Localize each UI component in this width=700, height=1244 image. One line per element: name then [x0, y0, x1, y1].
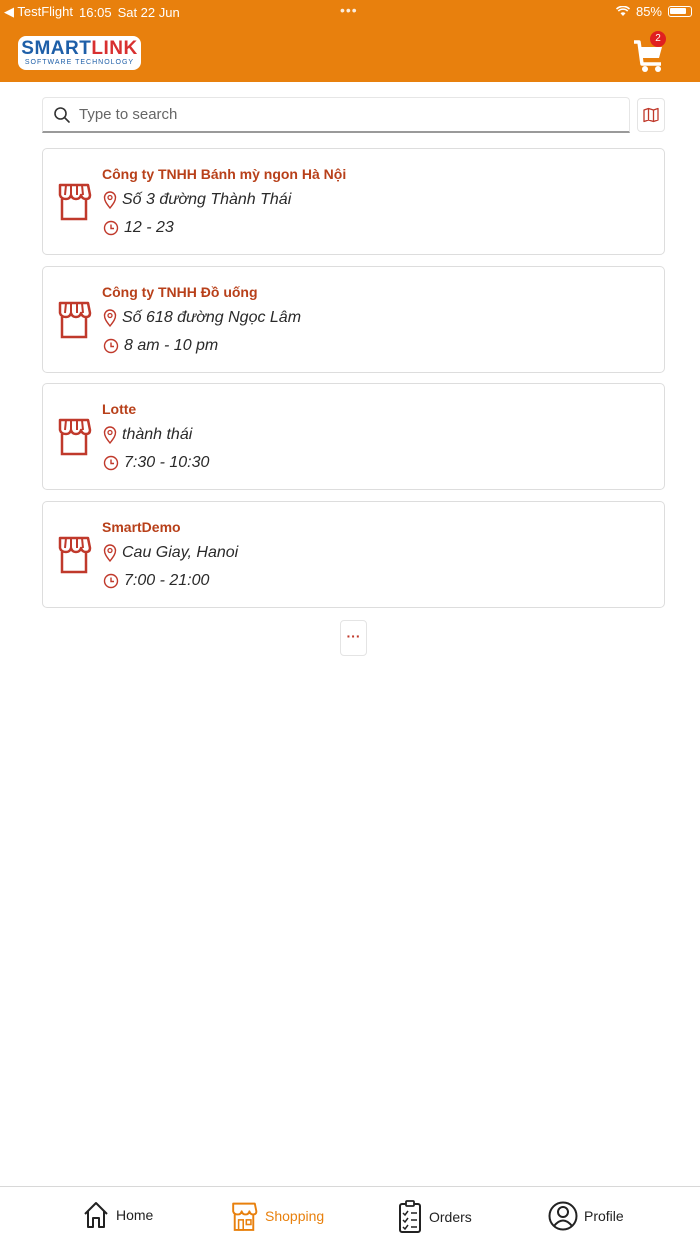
- map-view-button[interactable]: [637, 98, 665, 132]
- user-icon: [548, 1201, 578, 1231]
- store-card[interactable]: Công ty TNHH Đồ uống Số 618 đường Ngọc Lâ…: [42, 266, 665, 373]
- nav-profile-label: Profile: [584, 1208, 624, 1224]
- store-hours: 8 am - 10 pm: [124, 337, 219, 354]
- back-app-label: TestFlight: [17, 4, 74, 19]
- wifi-icon: [615, 6, 630, 16]
- home-icon: [84, 1202, 108, 1228]
- store-address: Số 618 đường Ngọc Lâm: [122, 309, 302, 326]
- nav-orders[interactable]: Orders: [397, 1199, 472, 1235]
- search-icon: [54, 106, 70, 123]
- app-header: ◀ TestFlight 16:05 Sat 22 Jun ••• 85% SM…: [0, 0, 700, 82]
- store-address-row: Số 618 đường Ngọc Lâm: [103, 309, 301, 327]
- store-card[interactable]: Lotte thành thái 7:30 - 10:30: [42, 383, 665, 490]
- battery-percent: 85%: [635, 4, 662, 19]
- nav-shopping-label: Shopping: [265, 1208, 325, 1224]
- store-hours-row: 7:00 - 21:00: [103, 572, 209, 590]
- map-icon: [643, 107, 659, 123]
- smartlink-logo[interactable]: SMARTLINK SOFTWARE TECHNOLOGY: [18, 36, 141, 70]
- store-hours: 12 - 23: [124, 219, 174, 236]
- nav-shopping[interactable]: Shopping: [229, 1199, 324, 1233]
- clipboard-list-icon: [399, 1200, 421, 1233]
- logo-tagline: SOFTWARE TECHNOLOGY: [24, 58, 135, 66]
- cart-button[interactable]: 2: [632, 31, 666, 74]
- store-name: Lotte: [102, 401, 137, 417]
- store-address: thành thái: [122, 426, 193, 443]
- store-name: Công ty TNHH Bánh mỳ ngon Hà Nội: [102, 166, 347, 182]
- nav-orders-label: Orders: [429, 1209, 472, 1225]
- nav-home-label: Home: [116, 1207, 154, 1223]
- status-bar: ◀ TestFlight 16:05 Sat 22 Jun ••• 85%: [0, 0, 700, 24]
- location-pin-icon: [103, 426, 117, 444]
- cart-count-badge: 2: [650, 31, 666, 47]
- bottom-nav: Home Shopping Orders Profile: [0, 1186, 700, 1244]
- location-pin-icon: [103, 544, 117, 562]
- nav-profile[interactable]: Profile: [548, 1199, 624, 1233]
- search-input[interactable]: [79, 106, 599, 123]
- store-name: Công ty TNHH Đồ uống: [102, 284, 258, 300]
- load-more-button[interactable]: ···: [340, 620, 367, 656]
- store-hours: 7:30 - 10:30: [124, 454, 210, 471]
- search-bar: [42, 97, 630, 133]
- store-hours-row: 12 - 23: [103, 219, 174, 237]
- status-time: 16:05: [79, 4, 112, 20]
- battery-icon: [668, 6, 692, 17]
- store-address-row: Cau Giay, Hanoi: [103, 544, 238, 562]
- store-address-row: Số 3 đường Thành Thái: [103, 191, 291, 209]
- clock-icon: [103, 220, 119, 236]
- store-hours-row: 7:30 - 10:30: [103, 454, 209, 472]
- storefront-icon: [58, 301, 92, 339]
- nav-home[interactable]: Home: [82, 1199, 153, 1231]
- logo-text-link: LINK: [91, 37, 138, 59]
- store-address: Số 3 đường Thành Thái: [122, 191, 292, 208]
- storefront-icon: [58, 418, 92, 456]
- multitasking-dots[interactable]: •••: [340, 2, 358, 18]
- store-card[interactable]: Công ty TNHH Bánh mỳ ngon Hà Nội Số 3 đườ…: [42, 148, 665, 255]
- store-address: Cau Giay, Hanoi: [122, 544, 239, 561]
- clock-icon: [103, 338, 119, 354]
- location-pin-icon: [103, 191, 117, 209]
- storefront-icon: [58, 536, 92, 574]
- store-address-row: thành thái: [103, 426, 192, 444]
- logo-text-smart: SMART: [21, 37, 92, 59]
- location-pin-icon: [103, 309, 117, 327]
- clock-icon: [103, 573, 119, 589]
- store-hours-row: 8 am - 10 pm: [103, 337, 218, 355]
- storefront-icon: [232, 1202, 258, 1231]
- back-to-app-link[interactable]: ◀ TestFlight: [4, 4, 73, 20]
- store-name: SmartDemo: [102, 519, 181, 535]
- storefront-icon: [58, 183, 92, 221]
- store-hours: 7:00 - 21:00: [124, 572, 210, 589]
- store-card[interactable]: SmartDemo Cau Giay, Hanoi 7:00 - 21:00: [42, 501, 665, 608]
- status-date: Sat 22 Jun: [117, 4, 180, 20]
- clock-icon: [103, 455, 119, 471]
